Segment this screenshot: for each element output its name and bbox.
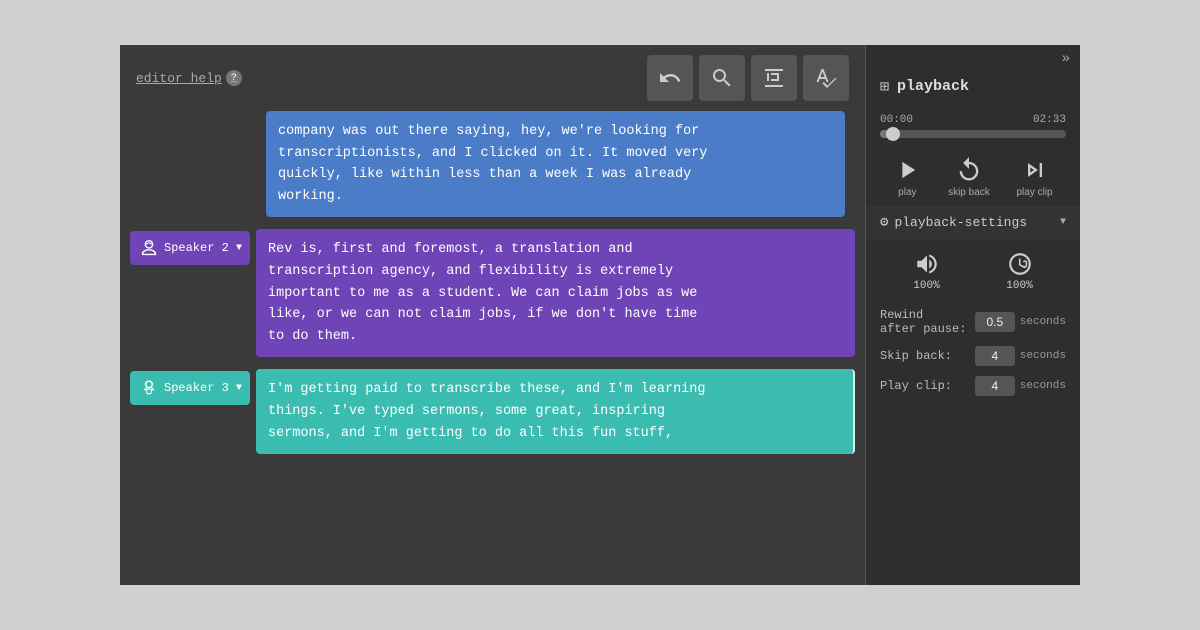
- playback-header: ⊞ playback: [866, 73, 1080, 106]
- volume-control[interactable]: 100%: [913, 251, 939, 292]
- speaker-3-name: Speaker 3: [164, 381, 229, 395]
- playback-panel: » ⊞ playback 00:00 02:33 pl: [865, 45, 1080, 585]
- play-clip-setting-label: Play clip:: [880, 379, 970, 393]
- help-icon: ?: [226, 70, 242, 86]
- time-labels: 00:00 02:33: [880, 114, 1066, 126]
- play-clip-button[interactable]: play clip: [1016, 156, 1052, 198]
- volume-speed-row: 100% 100%: [866, 243, 1080, 300]
- playback-settings-label: playback-settings: [894, 215, 1027, 230]
- skip-back-icon: [955, 156, 983, 184]
- skip-back-label: skip back: [948, 187, 990, 198]
- playback-title: playback: [897, 78, 969, 95]
- toolbar-buttons: [647, 55, 849, 101]
- playback-timeline[interactable]: 00:00 02:33: [866, 106, 1080, 146]
- play-clip-icon: [1021, 156, 1049, 184]
- skip-back-button[interactable]: skip back: [948, 156, 990, 198]
- time-total: 02:33: [1033, 114, 1066, 126]
- timestamp-button[interactable]: [751, 55, 797, 101]
- editor-help-label: editor help: [136, 71, 222, 86]
- volume-pct: 100%: [913, 280, 939, 292]
- playback-settings-row[interactable]: ⚙ playback-settings ▼: [866, 206, 1080, 239]
- segment-2: Speaker 2 ▼ Rev is, first and foremost, …: [130, 229, 855, 357]
- editor-area: editor help ?: [120, 45, 865, 585]
- volume-icon: [914, 251, 940, 277]
- play-clip-unit: seconds: [1020, 380, 1066, 392]
- speaker-2-icon: [138, 237, 160, 259]
- segment-3-text: I'm getting paid to transcribe these, an…: [256, 369, 855, 454]
- rewind-setting: Rewindafter pause: seconds: [880, 308, 1066, 336]
- collapse-icon[interactable]: »: [1062, 51, 1070, 67]
- editor-help-link[interactable]: editor help ?: [136, 70, 242, 86]
- skip-back-setting: Skip back: seconds: [880, 346, 1066, 366]
- play-clip-input[interactable]: [975, 376, 1015, 396]
- spellcheck-button[interactable]: [803, 55, 849, 101]
- search-icon: [710, 66, 734, 90]
- time-current: 00:00: [880, 114, 913, 126]
- playback-controls: play skip back play clip: [866, 146, 1080, 202]
- rewind-unit: seconds: [1020, 316, 1066, 328]
- speaker-2-label[interactable]: Speaker 2 ▼: [130, 231, 250, 265]
- undo-button[interactable]: [647, 55, 693, 101]
- play-label: play: [898, 187, 916, 198]
- speaker-2-dropdown[interactable]: ▼: [236, 243, 242, 254]
- timestamp-icon: [762, 66, 786, 90]
- settings-dropdown-icon: ▼: [1060, 217, 1066, 228]
- segment-2-text: Rev is, first and foremost, a translatio…: [256, 229, 855, 357]
- progress-bar[interactable]: [880, 130, 1066, 138]
- segment-1-text: company was out there saying, hey, we're…: [266, 111, 845, 217]
- playback-grid-icon: ⊞: [880, 77, 889, 96]
- speaker-3-icon: [138, 377, 160, 399]
- speaker-3-label[interactable]: Speaker 3 ▼: [130, 371, 250, 405]
- skip-back-setting-label: Skip back:: [880, 349, 970, 363]
- rewind-input[interactable]: [975, 312, 1015, 332]
- play-button[interactable]: play: [893, 156, 921, 198]
- rewind-label: Rewindafter pause:: [880, 308, 970, 336]
- speaker-2-name: Speaker 2: [164, 241, 229, 255]
- skip-back-input[interactable]: [975, 346, 1015, 366]
- speed-icon: [1007, 251, 1033, 277]
- settings-gear-icon: ⚙: [880, 214, 888, 231]
- editor-toolbar: editor help ?: [120, 45, 865, 111]
- play-clip-label: play clip: [1016, 187, 1052, 198]
- play-clip-setting: Play clip: seconds: [880, 376, 1066, 396]
- undo-icon: [658, 66, 682, 90]
- segment-3: Speaker 3 ▼ I'm getting paid to transcri…: [130, 369, 855, 454]
- main-container: editor help ?: [120, 45, 1080, 585]
- skip-back-unit: seconds: [1020, 350, 1066, 362]
- transcript-area[interactable]: company was out there saying, hey, we're…: [120, 111, 865, 585]
- speed-pct: 100%: [1006, 280, 1032, 292]
- speaker-3-dropdown[interactable]: ▼: [236, 383, 242, 394]
- panel-collapse-area: »: [866, 45, 1080, 73]
- search-button[interactable]: [699, 55, 745, 101]
- progress-knob[interactable]: [886, 127, 900, 141]
- play-icon: [893, 156, 921, 184]
- spellcheck-icon: [814, 66, 838, 90]
- speed-control[interactable]: 100%: [1006, 251, 1032, 292]
- settings-detail: Rewindafter pause: seconds Skip back: se…: [866, 300, 1080, 404]
